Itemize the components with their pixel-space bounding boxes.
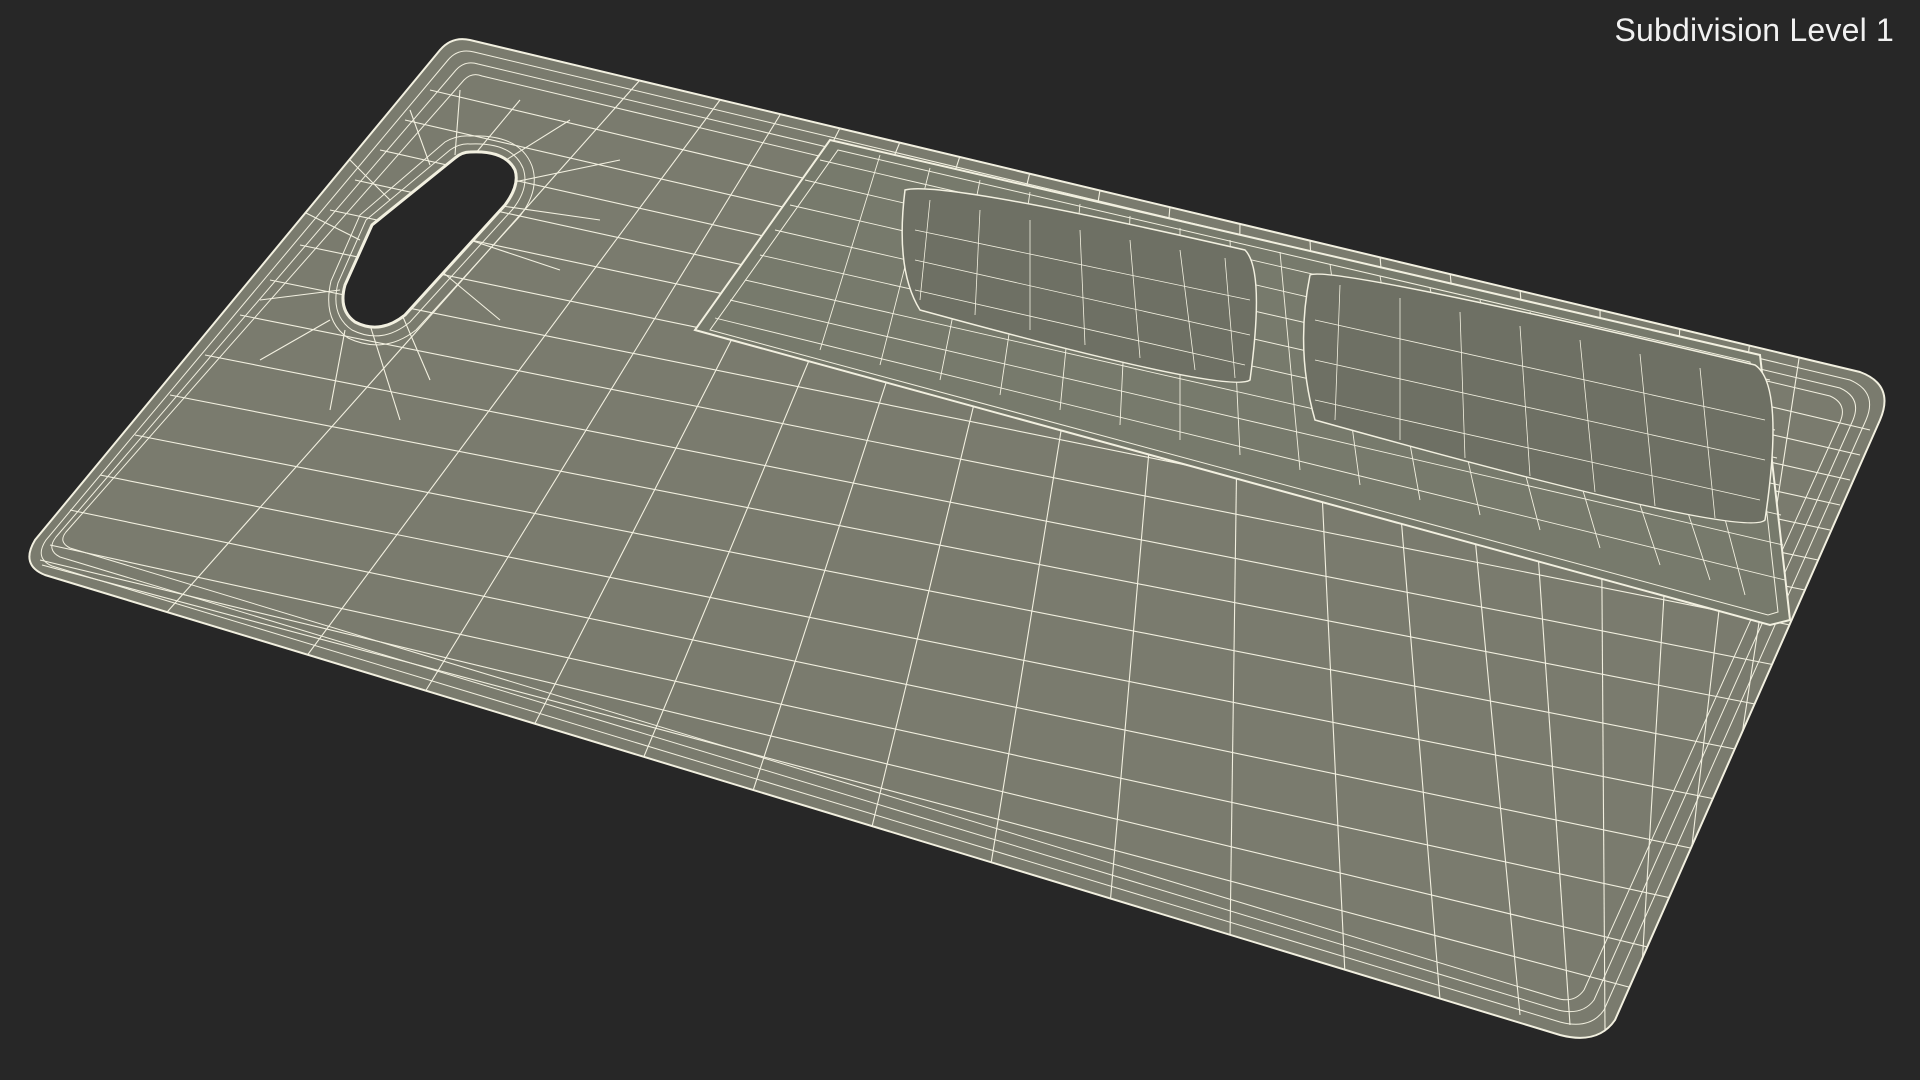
cutting-board-wireframe: [28, 38, 1886, 1039]
3d-viewport[interactable]: Subdivision Level 1: [0, 0, 1920, 1080]
